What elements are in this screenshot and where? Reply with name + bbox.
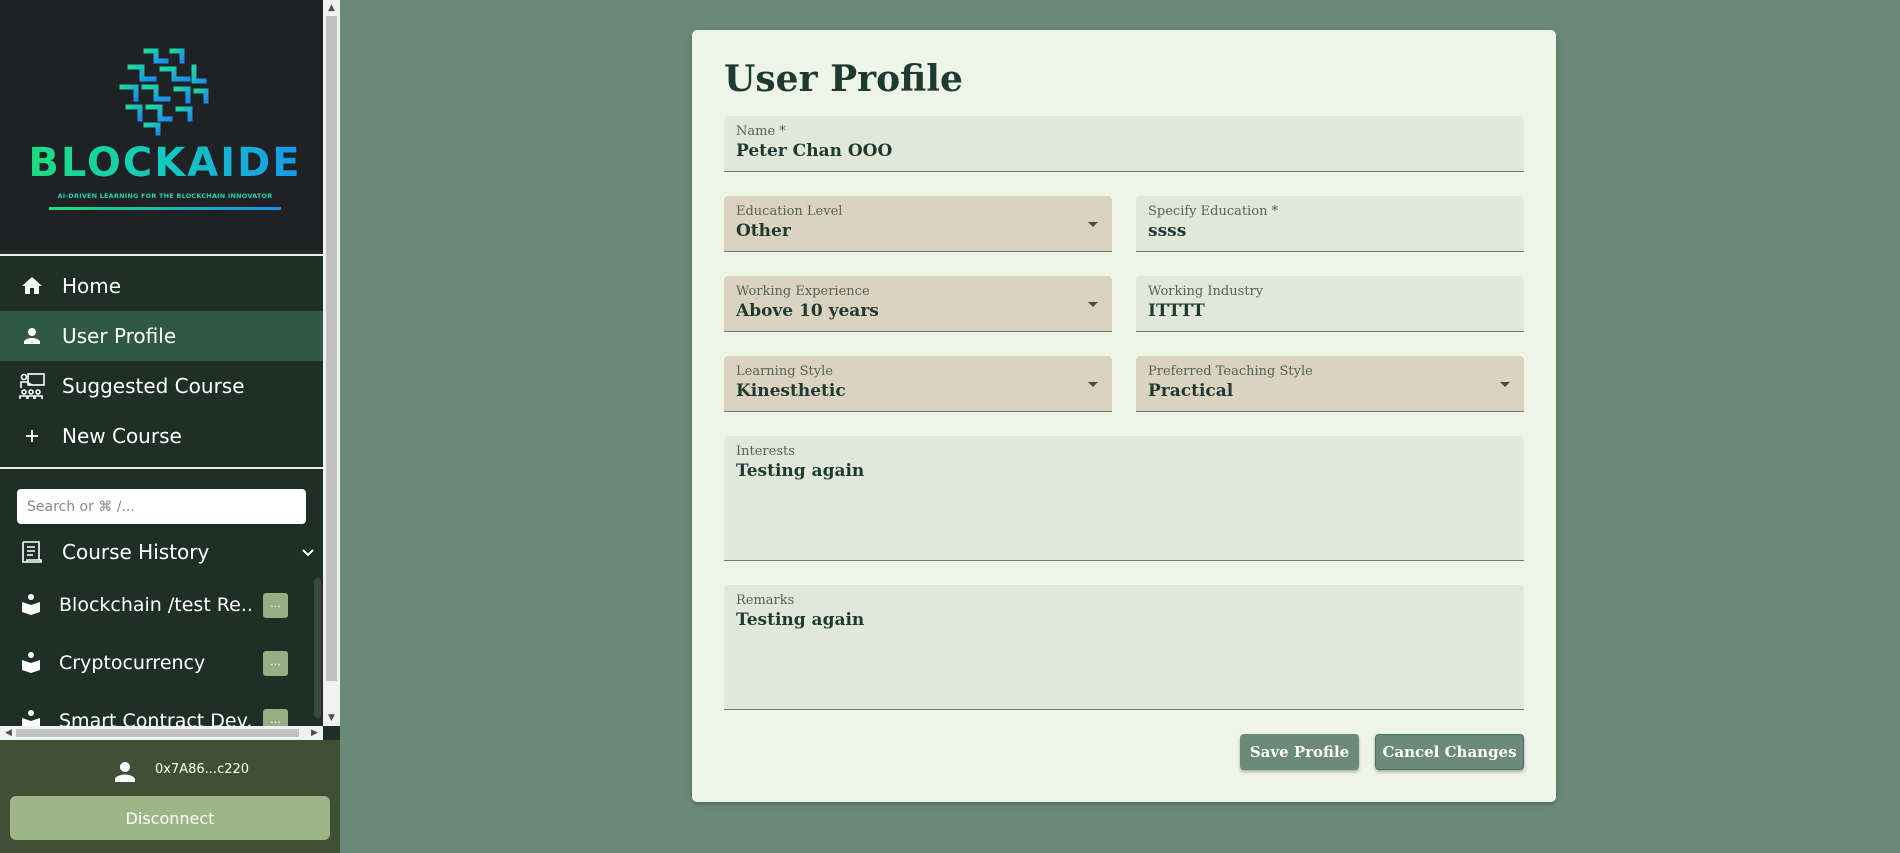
name-field[interactable]: Name * Peter Chan OOO xyxy=(724,116,1524,172)
book-reader-icon xyxy=(22,594,40,615)
sidebar-item-label: User Profile xyxy=(62,324,177,348)
sidebar: BLOCKAIDE AI-DRIVEN LEARNING FOR THE BLO… xyxy=(0,0,340,853)
field-label: Preferred Teaching Style xyxy=(1148,364,1313,379)
field-value: Other xyxy=(736,221,791,241)
dropdown-arrow-icon xyxy=(1088,222,1098,227)
specify-education-field[interactable]: Specify Education * ssss xyxy=(1136,196,1524,252)
divider xyxy=(0,254,323,256)
sidebar-item-new-course[interactable]: New Course xyxy=(0,411,323,461)
user-panel: 0x7A86...c220 Disconnect xyxy=(0,740,340,853)
teaching-style-select[interactable]: Preferred Teaching Style Practical xyxy=(1136,356,1524,412)
history-scroll-icon xyxy=(22,541,42,563)
book-reader-icon xyxy=(22,710,40,726)
field-label: Learning Style xyxy=(736,364,833,379)
brand-underline xyxy=(49,207,281,210)
person-icon xyxy=(24,328,40,344)
brand-tagline: AI-DRIVEN LEARNING FOR THE BLOCKCHAIN IN… xyxy=(57,192,273,200)
brand-name: BLOCKAIDE xyxy=(0,140,323,186)
sidebar-item-label: Home xyxy=(62,274,122,298)
scroll-down-arrow-icon[interactable]: ▼ xyxy=(323,710,340,726)
scroll-right-arrow-icon[interactable]: ▶ xyxy=(306,725,323,741)
field-label: Remarks xyxy=(736,593,795,608)
list-item[interactable]: Cryptocurrency ... xyxy=(0,638,323,688)
sidebar-item-label: New Course xyxy=(62,424,182,448)
vertical-scrollbar[interactable]: ▲ ▼ xyxy=(323,0,340,726)
course-history-toggle[interactable]: Course History xyxy=(0,527,323,577)
course-title: Smart Contract Dev... xyxy=(59,710,254,726)
remarks-textarea[interactable]: Remarks Testing again xyxy=(724,585,1524,710)
teacher-icon xyxy=(19,373,45,399)
education-level-select[interactable]: Education Level Other xyxy=(724,196,1112,252)
page-title: User Profile xyxy=(724,58,963,100)
field-label: Education Level xyxy=(736,204,843,219)
user-avatar-icon xyxy=(115,762,135,782)
sidebar-item-suggested-course[interactable]: Suggested Course xyxy=(0,361,323,411)
learning-style-select[interactable]: Learning Style Kinesthetic xyxy=(724,356,1112,412)
field-label: Interests xyxy=(736,444,795,459)
field-value: Peter Chan OOO xyxy=(736,141,893,161)
more-options-button[interactable]: ... xyxy=(263,593,288,618)
interests-textarea[interactable]: Interests Testing again xyxy=(724,436,1524,561)
field-value: ITTTT xyxy=(1148,301,1205,321)
list-item[interactable]: Smart Contract Dev... ... xyxy=(0,696,323,726)
field-value: Testing again xyxy=(736,610,865,630)
more-options-button[interactable]: ... xyxy=(263,709,288,726)
dropdown-arrow-icon xyxy=(1088,302,1098,307)
field-value: Practical xyxy=(1148,381,1234,401)
home-icon xyxy=(22,277,42,294)
logo-icon xyxy=(119,48,209,136)
search-input[interactable] xyxy=(17,489,306,524)
field-value: Above 10 years xyxy=(736,301,879,321)
field-label: Specify Education * xyxy=(1148,204,1279,219)
course-title: Blockchain /test Re... xyxy=(59,594,254,616)
scrollbar-thumb[interactable] xyxy=(326,16,337,681)
plus-icon xyxy=(26,430,38,442)
course-history-label: Course History xyxy=(62,540,210,564)
sidebar-item-label: Suggested Course xyxy=(62,374,245,398)
horizontal-scrollbar[interactable]: ◀ ▶ xyxy=(0,726,323,740)
field-label: Working Industry xyxy=(1148,284,1264,299)
sidebar-item-home[interactable]: Home xyxy=(0,261,323,311)
dropdown-arrow-icon xyxy=(1500,382,1510,387)
wallet-address: 0x7A86...c220 xyxy=(155,762,250,777)
working-experience-select[interactable]: Working Experience Above 10 years xyxy=(724,276,1112,332)
scroll-left-arrow-icon[interactable]: ◀ xyxy=(0,725,17,741)
inner-scrollbar-thumb[interactable] xyxy=(314,578,321,718)
book-reader-icon xyxy=(22,652,40,673)
more-options-button[interactable]: ... xyxy=(263,651,288,676)
sidebar-item-user-profile[interactable]: User Profile xyxy=(0,311,323,361)
cancel-changes-button[interactable]: Cancel Changes xyxy=(1375,734,1524,770)
field-value: Kinesthetic xyxy=(736,381,846,401)
course-title: Cryptocurrency xyxy=(59,652,206,674)
field-value: Testing again xyxy=(736,461,865,481)
dropdown-arrow-icon xyxy=(1088,382,1098,387)
field-value: ssss xyxy=(1148,221,1187,241)
save-profile-button[interactable]: Save Profile xyxy=(1240,734,1359,770)
profile-card: User Profile Name * Peter Chan OOO Educa… xyxy=(692,30,1556,802)
field-label: Working Experience xyxy=(736,284,870,299)
list-item[interactable]: Blockchain /test Re... ... xyxy=(0,580,323,630)
field-label: Name * xyxy=(736,124,786,139)
scroll-up-arrow-icon[interactable]: ▲ xyxy=(323,0,340,16)
chevron-down-icon xyxy=(302,549,314,557)
sidebar-scroll-area[interactable]: BLOCKAIDE AI-DRIVEN LEARNING FOR THE BLO… xyxy=(0,0,323,726)
scrollbar-thumb[interactable] xyxy=(16,729,299,737)
divider xyxy=(0,467,323,469)
logo-area: BLOCKAIDE AI-DRIVEN LEARNING FOR THE BLO… xyxy=(0,0,323,250)
disconnect-button[interactable]: Disconnect xyxy=(10,796,330,840)
working-industry-field[interactable]: Working Industry ITTTT xyxy=(1136,276,1524,332)
